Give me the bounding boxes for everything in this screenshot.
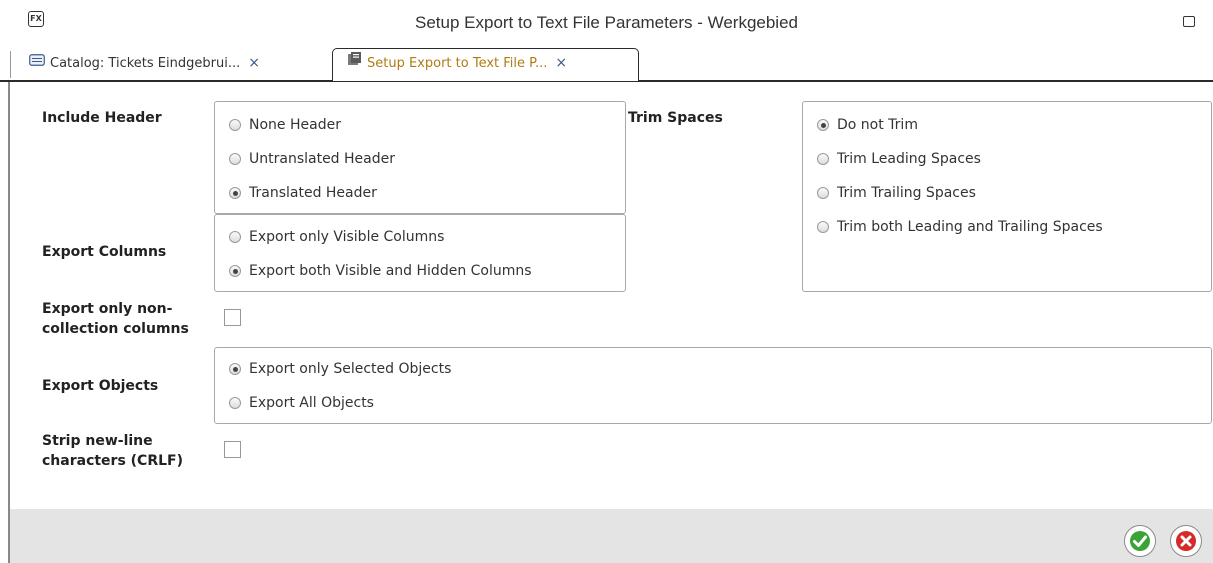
x-icon <box>1176 531 1196 551</box>
close-icon[interactable]: × <box>248 55 260 71</box>
radio-button[interactable] <box>229 153 241 165</box>
radio-none-header[interactable]: None Header <box>229 115 341 135</box>
catalog-icon <box>29 50 45 75</box>
radio-do-not-trim[interactable]: Do not Trim <box>817 115 918 135</box>
radio-trim-both[interactable]: Trim both Leading and Trailing Spaces <box>817 217 1103 237</box>
title-bar: FX Setup Export to Text File Parameters … <box>0 0 1213 52</box>
radio-trim-leading[interactable]: Trim Leading Spaces <box>817 149 981 169</box>
window-title: Setup Export to Text File Parameters - W… <box>415 13 798 32</box>
radio-translated-header[interactable]: Translated Header <box>229 183 377 203</box>
radio-button-selected[interactable] <box>817 119 829 131</box>
trim-spaces-label: Trim Spaces <box>628 110 723 126</box>
radio-all-objects[interactable]: Export All Objects <box>229 393 374 413</box>
radio-button[interactable] <box>817 221 829 233</box>
export-objects-group: Export only Selected Objects Export All … <box>214 347 1212 424</box>
include-header-label: Include Header <box>42 110 162 126</box>
radio-button[interactable] <box>817 153 829 165</box>
radio-button[interactable] <box>229 231 241 243</box>
radio-button[interactable] <box>817 187 829 199</box>
radio-trim-trailing[interactable]: Trim Trailing Spaces <box>817 183 976 203</box>
maximize-button[interactable] <box>1183 16 1195 27</box>
check-icon <box>1130 531 1150 551</box>
radio-button[interactable] <box>229 397 241 409</box>
radio-visible-hidden-columns[interactable]: Export both Visible and Hidden Columns <box>229 261 532 281</box>
radio-selected-objects[interactable]: Export only Selected Objects <box>229 359 451 379</box>
ok-button[interactable] <box>1124 525 1156 557</box>
dialog-footer <box>10 509 1213 563</box>
radio-button-selected[interactable] <box>229 187 241 199</box>
non-collection-label: Export only non- collection columns <box>42 301 189 337</box>
radio-untranslated-header[interactable]: Untranslated Header <box>229 149 395 169</box>
radio-button[interactable] <box>229 119 241 131</box>
export-columns-label: Export Columns <box>42 244 167 260</box>
tab-strip: Catalog: Tickets Eindgebrui... × Setup Ex… <box>0 48 1213 82</box>
export-columns-group: Export only Visible Columns Export both … <box>214 214 626 292</box>
strip-crlf-label: Strip new-line characters (CRLF) <box>42 433 183 469</box>
tab-setup-export[interactable]: Setup Export to Text File P... × <box>332 48 639 81</box>
radio-visible-columns[interactable]: Export only Visible Columns <box>229 227 444 247</box>
trim-spaces-group: Do not Trim Trim Leading Spaces Trim Tra… <box>802 101 1212 292</box>
close-icon[interactable]: × <box>555 55 567 71</box>
document-icon <box>347 48 362 77</box>
export-objects-label: Export Objects <box>42 378 159 394</box>
radio-button-selected[interactable] <box>229 265 241 277</box>
include-header-group: None Header Untranslated Header Translat… <box>214 101 626 214</box>
panel-border <box>8 82 10 563</box>
radio-button-selected[interactable] <box>229 363 241 375</box>
cancel-button[interactable] <box>1170 525 1202 557</box>
tab-label: Setup Export to Text File P... <box>367 56 548 71</box>
tab-label: Catalog: Tickets Eindgebrui... <box>50 56 241 71</box>
tab-catalog-tickets[interactable]: Catalog: Tickets Eindgebrui... × <box>10 51 315 78</box>
non-collection-checkbox[interactable] <box>224 309 241 326</box>
strip-crlf-checkbox[interactable] <box>224 441 241 458</box>
